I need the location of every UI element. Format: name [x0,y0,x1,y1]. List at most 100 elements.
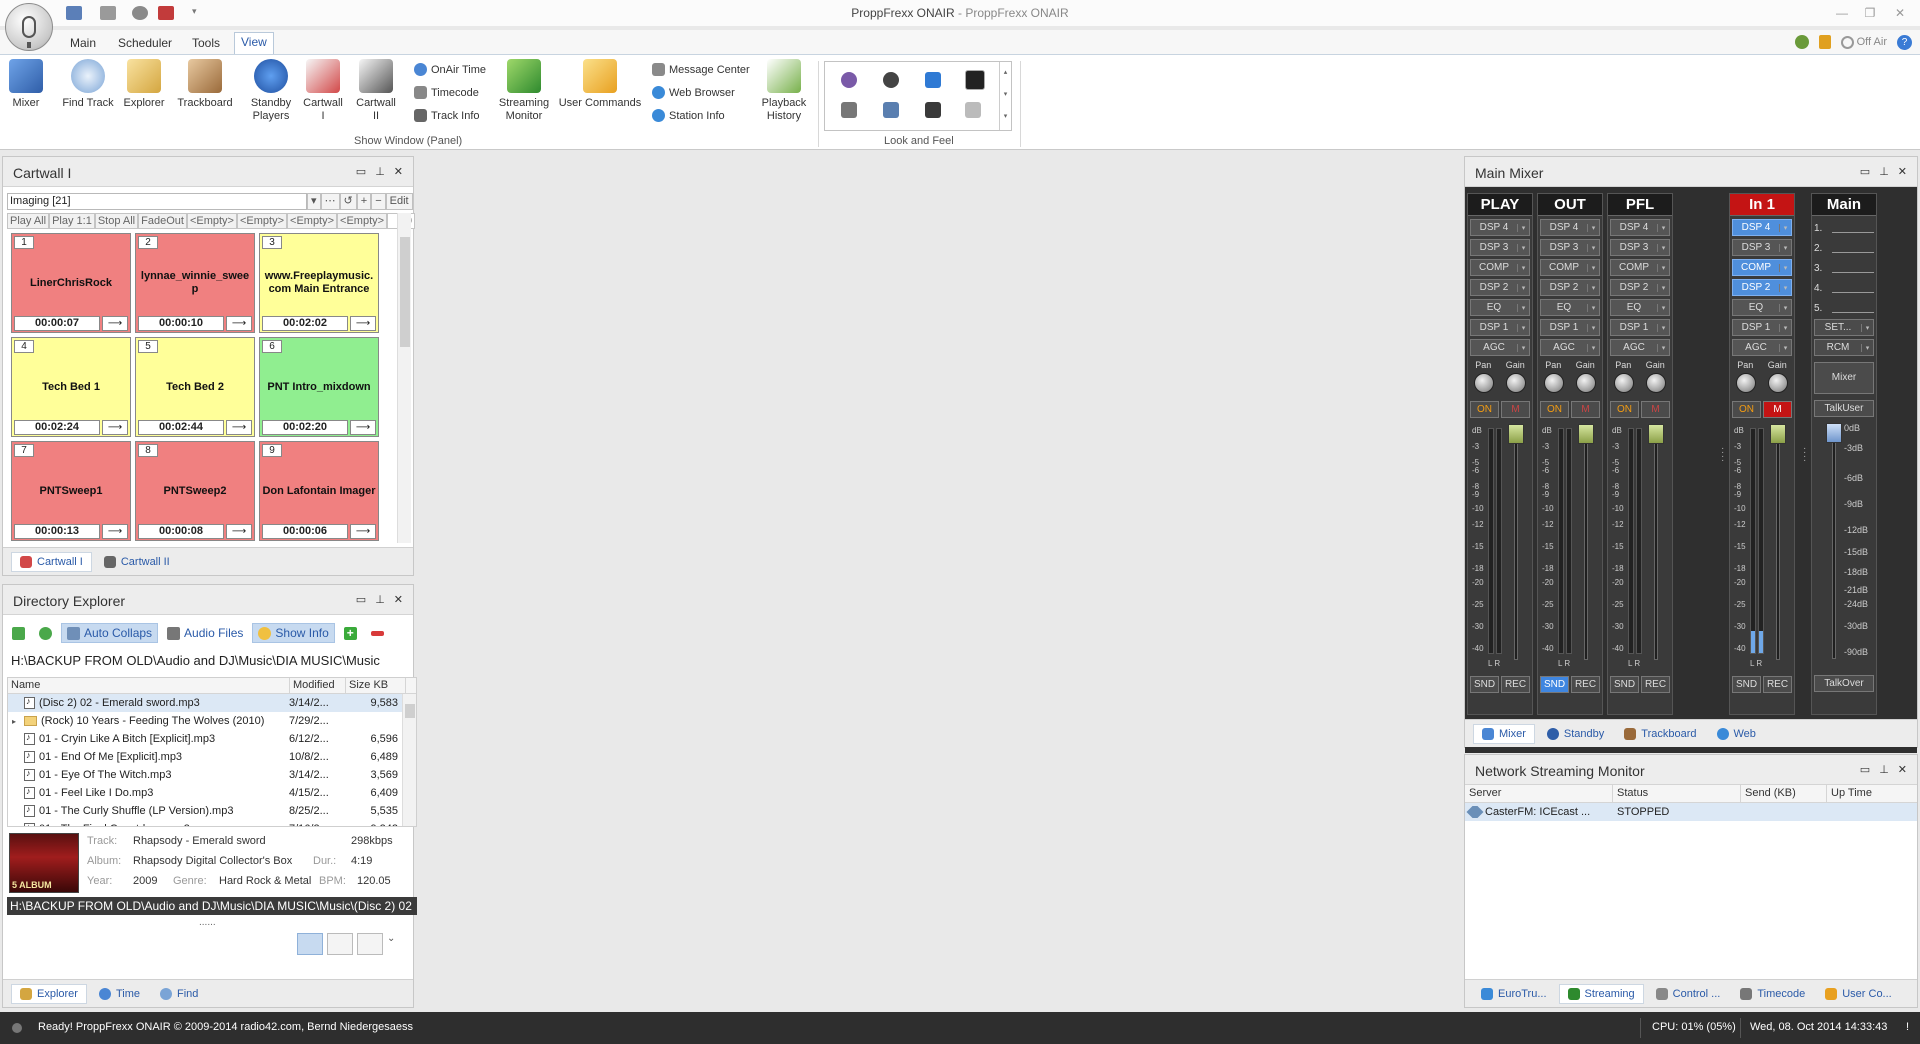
onair-time-button[interactable]: OnAir Time [414,63,486,76]
mute-button[interactable]: M [1571,401,1600,418]
empty-button[interactable]: <Empty> [186,213,237,229]
rec-button[interactable]: REC [1501,676,1530,693]
dsp-slot[interactable]: DSP 1 ▾ [1470,319,1530,336]
snd-button[interactable]: SND [1540,676,1569,693]
minimize-icon[interactable]: — [1834,6,1850,20]
cart-mode-arrow-icon[interactable]: ⟶ [102,316,128,331]
empty-button[interactable]: <Empty> [337,213,388,229]
auto-collaps-toggle[interactable]: Auto Collaps [61,623,159,643]
dsp-slot[interactable]: AGC ▾ [1610,339,1670,356]
cart-mode-arrow-icon[interactable]: ⟶ [350,420,376,435]
app-menu-orb[interactable] [5,3,53,51]
mute-button[interactable]: M [1763,401,1792,418]
dropdown-icon[interactable]: ▾ [1861,343,1873,352]
find-track-button[interactable]: Find Track [60,59,116,110]
dropdown-icon[interactable]: ▾ [1587,243,1599,252]
tab-eurotruck[interactable]: EuroTru... [1473,985,1555,1003]
dropdown-icon[interactable]: ▾ [1517,323,1529,332]
mixer-button[interactable]: Mixer [8,59,44,110]
dsp-slot[interactable]: EQ ▾ [1470,299,1530,316]
cartwall-set-select[interactable]: Imaging [21] [7,193,307,210]
tab-standby[interactable]: Standby [1539,725,1612,743]
dropdown-icon[interactable]: ▾ [1517,223,1529,232]
pan-knob[interactable] [1614,373,1634,393]
tab-scheduler[interactable]: Scheduler [112,34,178,52]
tab-trackboard[interactable]: Trackboard [1616,725,1704,743]
timecode-button[interactable]: Timecode [414,86,479,99]
dsp-slot[interactable]: DSP 2 ▾ [1610,279,1670,296]
tab-user-commands[interactable]: User Co... [1817,985,1900,1003]
add-button[interactable]: + [356,193,372,210]
cart-mode-arrow-icon[interactable]: ⟶ [226,420,252,435]
dropdown-icon[interactable]: ▾ [1779,243,1791,252]
column-size[interactable]: Size KB [346,678,406,693]
dsp-slot[interactable]: COMP ▾ [1540,259,1600,276]
streaming-monitor-button[interactable]: Streaming Monitor [496,59,552,123]
lock-icon[interactable] [1818,35,1831,49]
tab-control[interactable]: Control ... [1648,985,1729,1003]
tab-streaming[interactable]: Streaming [1558,983,1644,1004]
strip-splitter[interactable]: · · · · [1803,444,1807,466]
theme-office-gray-icon[interactable] [841,102,857,118]
dsp-slot[interactable]: DSP 3 ▾ [1470,239,1530,256]
cartwall-1-button[interactable]: Cartwall I [302,59,344,123]
master-fader[interactable] [1826,423,1842,443]
stream-row[interactable]: CasterFM: ICEcast ... STOPPED [1465,803,1917,821]
tab-main[interactable]: Main [64,34,102,52]
dsp-slot[interactable]: AGC ▾ [1470,339,1530,356]
dropdown-icon[interactable]: ▾ [1587,263,1599,272]
maximize-icon[interactable]: ❐ [1862,6,1878,20]
play-1-1-button[interactable]: Play 1:1 [49,213,95,229]
theme-office-black-icon[interactable] [965,70,985,90]
dsp-slot[interactable]: DSP 3 ▾ [1732,239,1792,256]
dropdown-icon[interactable]: ▾ [1657,243,1669,252]
theme-purple-icon[interactable] [841,72,857,88]
on-button[interactable]: ON [1540,401,1569,418]
talkover-button[interactable]: TalkOver [1814,675,1874,692]
column-server[interactable]: Server [1465,785,1613,802]
explorer-button[interactable]: Explorer [122,59,166,110]
theme-grid-dark-icon[interactable] [925,102,941,118]
cart-button[interactable]: 9 Don Lafontain Imager 00:00:06 ⟶ [259,441,379,541]
theme-office-blue-icon[interactable] [925,72,941,88]
table-row[interactable]: 01 - The Final Countdown.mp3 7/16/2...9,2… [8,820,416,826]
volume-fader[interactable] [1578,424,1594,444]
go-up-button[interactable] [7,625,30,642]
view-mode-1-button[interactable] [297,933,323,955]
trackboard-button[interactable]: Trackboard [176,59,234,110]
dropdown-icon[interactable]: ▾ [1587,223,1599,232]
scroll-thumb[interactable] [405,704,415,718]
restore-icon[interactable]: ▭ [356,593,366,606]
pin-icon[interactable]: ⊥ [1879,165,1889,178]
add-button[interactable]: + [339,625,362,642]
dsp-slot[interactable]: AGC ▾ [1732,339,1792,356]
cartwall-2-button[interactable]: Cartwall II [354,59,398,123]
set-select[interactable]: SET... ▾ [1814,319,1874,336]
restore-icon[interactable]: ▭ [1860,763,1870,776]
dsp-slot[interactable]: DSP 2 ▾ [1470,279,1530,296]
main-slot[interactable]: 4. [1814,280,1874,296]
rcm-select[interactable]: RCM ▾ [1814,339,1874,356]
rec-button[interactable]: REC [1641,676,1670,693]
pin-icon[interactable]: ⊥ [1879,763,1889,776]
refresh-button[interactable] [34,625,57,642]
dsp-slot[interactable]: EQ ▾ [1540,299,1600,316]
scroll-thumb[interactable] [400,237,410,347]
cart-mode-arrow-icon[interactable]: ⟶ [102,524,128,539]
main-slot[interactable]: 5. [1814,300,1874,316]
dropdown-icon[interactable]: ▾ [1587,323,1599,332]
empty-button[interactable]: <Empty> [287,213,338,229]
on-button[interactable]: ON [1610,401,1639,418]
gain-knob[interactable] [1768,373,1788,393]
volume-fader[interactable] [1648,424,1664,444]
restore-icon[interactable]: ▭ [1860,165,1870,178]
dropdown-icon[interactable]: ▾ [1517,263,1529,272]
cart-button[interactable]: 7 PNTSweep1 00:00:13 ⟶ [11,441,131,541]
close-icon[interactable]: ✕ [394,593,403,606]
dsp-slot[interactable]: DSP 3 ▾ [1540,239,1600,256]
strip-splitter[interactable]: · · · · [1721,444,1725,466]
rec-button[interactable]: REC [1763,676,1792,693]
fadeout-button[interactable]: FadeOut [138,213,187,229]
dropdown-icon[interactable]: ▾ [1587,343,1599,352]
dsp-slot[interactable]: DSP 4 ▾ [1470,219,1530,236]
